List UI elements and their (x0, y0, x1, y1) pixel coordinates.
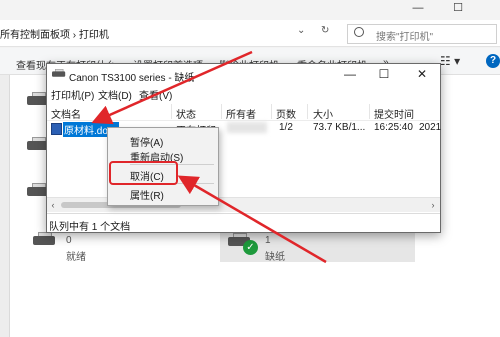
annotation-arrows (91, 50, 327, 264)
arrow-to-cancel (177, 175, 327, 264)
arrow-to-document (91, 50, 253, 125)
